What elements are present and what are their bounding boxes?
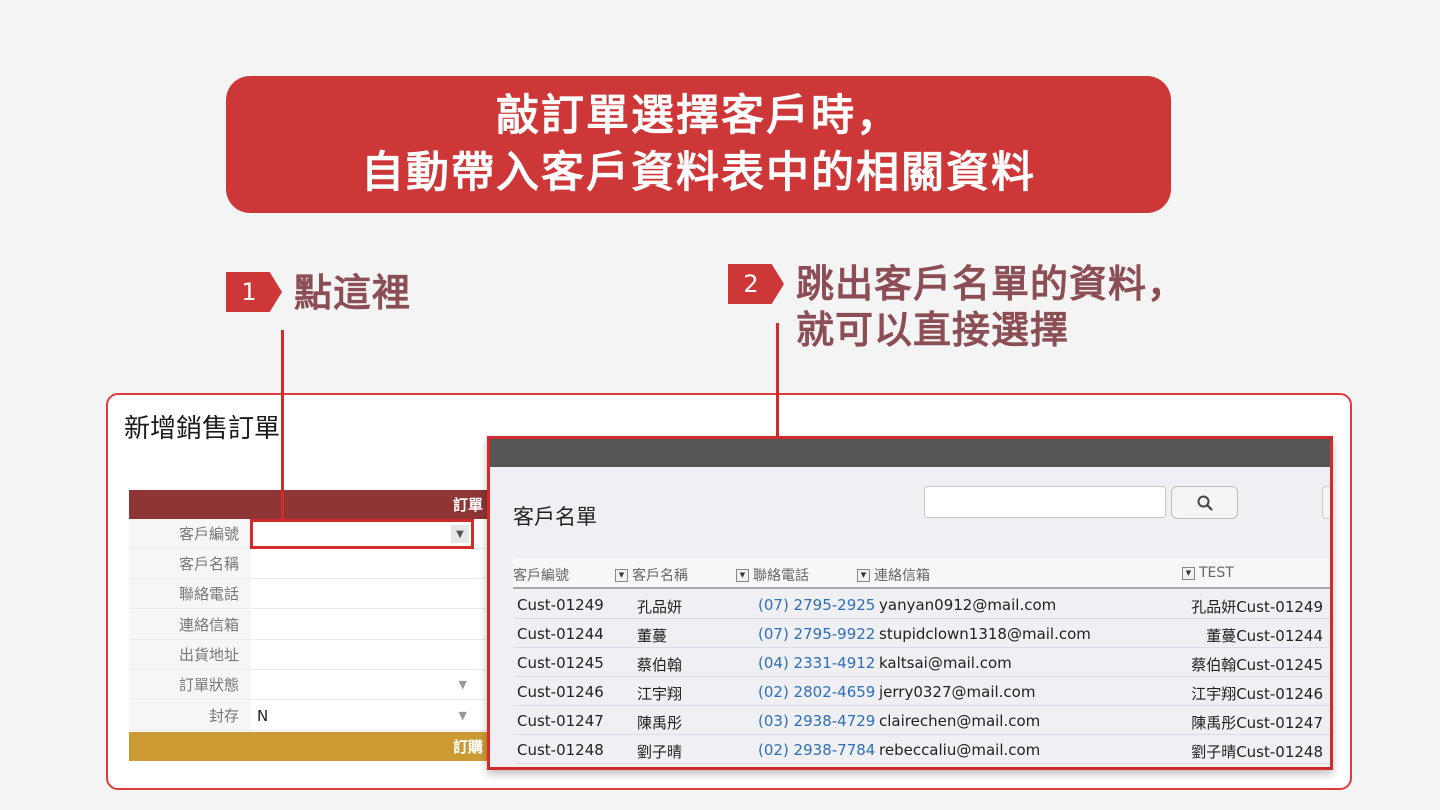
- cell-customer-name: 孔品妍: [637, 598, 683, 616]
- column-header-email[interactable]: ▼ 連絡信箱: [857, 565, 930, 585]
- column-header-test[interactable]: ▼ TEST: [1182, 565, 1234, 581]
- cell-customer-name: 蔡伯翰: [637, 656, 683, 674]
- customer-name-field[interactable]: [251, 549, 489, 578]
- column-header-customer-name[interactable]: ▼ 客戶名稱: [615, 565, 688, 585]
- field-label: 連絡信箱: [129, 610, 251, 639]
- cell-email: yanyan0912@mail.com: [879, 596, 1057, 614]
- email-field[interactable]: [251, 610, 489, 639]
- column-header-customer-id[interactable]: 客戶編號: [513, 565, 569, 585]
- step-1-badge: 1: [226, 272, 282, 312]
- cell-email: stupidclown1318@mail.com: [879, 625, 1091, 643]
- step-2-badge: 2: [728, 264, 784, 304]
- cell-phone: (04) 2331-4912: [758, 654, 876, 672]
- search-icon: [1197, 495, 1213, 511]
- dropdown-arrow-icon[interactable]: ▼: [451, 525, 469, 543]
- cell-test: 陳禹彤Cust-01247: [1191, 714, 1323, 732]
- customer-id-select[interactable]: ▼: [250, 519, 474, 549]
- cell-customer-id: Cust-01244: [517, 625, 604, 643]
- popup-title-bar: [490, 439, 1330, 467]
- customer-grid-header: 客戶編號 ▼ 客戶名稱 ▼ 聯絡電話 ▼ 連絡信箱 ▼ TEST: [513, 558, 1330, 589]
- step-2-line-2: 就可以直接選擇: [796, 308, 1070, 352]
- cell-phone: (02) 2802-4659: [758, 683, 876, 701]
- field-label: 封存: [129, 701, 251, 730]
- popup-title: 客戶名單: [513, 505, 597, 529]
- connector-line-2: [776, 323, 779, 438]
- chevron-down-icon: ▼: [458, 709, 467, 722]
- table-row[interactable]: Cust-01246 江宇翔 (02) 2802-4659 jerry0327@…: [513, 677, 1330, 706]
- cell-email: clairechen@mail.com: [879, 712, 1041, 730]
- filter-icon[interactable]: ▼: [736, 568, 749, 582]
- cell-customer-name: 陳禹彤: [637, 714, 683, 732]
- table-row[interactable]: Cust-01248 劉子晴 (02) 2938-7784 rebeccaliu…: [513, 735, 1330, 764]
- search-button[interactable]: [1171, 486, 1238, 519]
- cell-phone: (07) 2795-2925: [758, 596, 876, 614]
- column-label: TEST: [1199, 565, 1234, 581]
- phone-field[interactable]: [251, 579, 489, 608]
- step-2-text: 跳出客戶名單的資料， 就可以直接選擇: [796, 261, 1186, 353]
- field-row-order-status: 訂單狀態 ▼: [129, 670, 489, 700]
- cell-phone: (07) 2795-9922: [758, 625, 876, 643]
- field-label: 客戶編號: [129, 519, 251, 548]
- field-label: 客戶名稱: [129, 549, 251, 578]
- field-row-shipping-address: 出貨地址: [129, 640, 489, 670]
- table-row[interactable]: Cust-01245 蔡伯翰 (04) 2331-4912 kaltsai@ma…: [513, 648, 1330, 677]
- step-1-line-1: 點這裡: [294, 271, 412, 315]
- cell-email: rebeccaliu@mail.com: [879, 741, 1041, 759]
- step-2-callout: 2 跳出客戶名單的資料， 就可以直接選擇: [728, 261, 1186, 353]
- column-label: 客戶名稱: [632, 568, 688, 584]
- column-header-phone[interactable]: ▼ 聯絡電話: [736, 565, 809, 585]
- cell-test: 董蔓Cust-01244: [1206, 627, 1323, 645]
- column-label: 連絡信箱: [874, 568, 930, 584]
- cell-customer-name: 江宇翔: [637, 685, 683, 703]
- step-1-text: 點這裡: [294, 270, 411, 316]
- cell-test: 孔品妍Cust-01249: [1191, 598, 1323, 616]
- section-header-order: 訂單: [129, 490, 489, 519]
- cell-customer-id: Cust-01246: [517, 683, 604, 701]
- cell-phone: (02) 2938-7784: [758, 741, 876, 759]
- cell-customer-id: Cust-01248: [517, 741, 604, 759]
- field-row-email: 連絡信箱: [129, 610, 489, 640]
- field-row-phone: 聯絡電話: [129, 579, 489, 609]
- cell-test: 江宇翔Cust-01246: [1191, 685, 1323, 703]
- cell-customer-name: 董蔓: [637, 627, 668, 645]
- cell-email: kaltsai@mail.com: [879, 654, 1012, 672]
- column-label: 客戶編號: [513, 568, 569, 584]
- field-row-archived: 封存 N ▼: [129, 701, 489, 731]
- popup-extra-button[interactable]: [1322, 486, 1330, 519]
- connector-line-1: [281, 330, 284, 520]
- archived-select[interactable]: N ▼: [251, 701, 489, 730]
- field-label: 訂單狀態: [129, 670, 251, 699]
- table-row[interactable]: Cust-01244 董蔓 (07) 2795-9922 stupidclown…: [513, 619, 1330, 648]
- step-1-callout: 1 點這裡: [226, 270, 411, 316]
- cell-customer-id: Cust-01245: [517, 654, 604, 672]
- cell-test: 劉子晴Cust-01248: [1191, 743, 1323, 761]
- filter-icon[interactable]: ▼: [857, 568, 870, 582]
- field-label: 聯絡電話: [129, 579, 251, 608]
- shipping-address-field[interactable]: [251, 640, 489, 669]
- title-banner: 敲訂單選擇客戶時， 自動帶入客戶資料表中的相關資料: [226, 76, 1171, 213]
- banner-line-2: 自動帶入客戶資料表中的相關資料: [361, 147, 1036, 198]
- customer-list-popup: 客戶名單 客戶編號 ▼ 客戶名稱 ▼ 聯絡電話 ▼ 連絡信箱 ▼ TEST Cu…: [487, 436, 1333, 770]
- table-row[interactable]: Cust-01249 孔品妍 (07) 2795-2925 yanyan0912…: [513, 590, 1330, 619]
- archived-value: N: [257, 706, 269, 725]
- step-2-line-1: 跳出客戶名單的資料，: [796, 262, 1187, 306]
- filter-icon[interactable]: ▼: [1182, 566, 1195, 580]
- field-label: 出貨地址: [129, 640, 251, 669]
- section-header-purchase: 訂購: [129, 732, 489, 761]
- chevron-down-icon: ▼: [458, 678, 467, 691]
- cell-email: jerry0327@mail.com: [879, 683, 1036, 701]
- cell-test: 蔡伯翰Cust-01245: [1191, 656, 1323, 674]
- cell-customer-name: 劉子晴: [637, 743, 683, 761]
- filter-icon[interactable]: ▼: [615, 568, 628, 582]
- cell-customer-id: Cust-01247: [517, 712, 604, 730]
- order-status-select[interactable]: ▼: [251, 670, 489, 699]
- field-row-customer-name: 客戶名稱: [129, 549, 489, 579]
- banner-line-1: 敲訂單選擇客戶時，: [496, 90, 901, 141]
- search-input[interactable]: [924, 486, 1166, 518]
- cell-phone: (03) 2938-4729: [758, 712, 876, 730]
- cell-customer-id: Cust-01249: [517, 596, 604, 614]
- form-title: 新增銷售訂單: [124, 414, 281, 444]
- column-label: 聯絡電話: [753, 568, 809, 584]
- table-row[interactable]: Cust-01247 陳禹彤 (03) 2938-4729 clairechen…: [513, 706, 1330, 735]
